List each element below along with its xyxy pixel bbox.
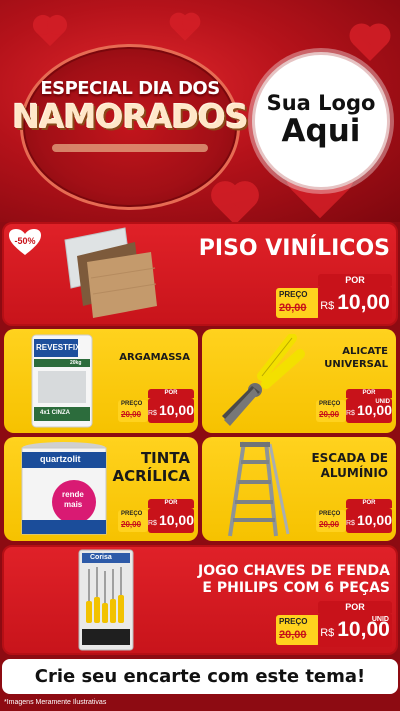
ladder-image	[226, 440, 290, 538]
old-price-box: PREÇO 20,00	[276, 288, 320, 318]
unit-label: UNID	[371, 616, 389, 623]
currency-symbol: R$	[148, 520, 157, 527]
currency-symbol: R$	[320, 300, 335, 312]
new-price-box: R$ 10,00	[148, 508, 194, 533]
vinyl-floor-image	[55, 226, 165, 322]
product-title-line1: ALICATE	[342, 346, 388, 357]
new-price-box: R$ 10,00 UNID	[318, 613, 392, 647]
currency-symbol: R$	[148, 410, 157, 417]
currency-symbol: R$	[346, 410, 355, 417]
bag-brand: REVESTFIX	[36, 343, 81, 352]
price-tag: POR PREÇO 20,00 R$ 10,00	[276, 274, 392, 320]
old-price-box: PREÇO 20,00	[276, 615, 320, 645]
price-caption: PREÇO	[279, 290, 308, 299]
old-price: 20,00	[319, 410, 340, 419]
disclaimer-text: *Imagens Meramente Ilustrativas	[4, 699, 107, 706]
unit-label: UNID	[375, 399, 390, 405]
old-price-box: PREÇO 20,00	[316, 400, 346, 422]
new-price: 10,00	[158, 512, 194, 528]
pliers-image	[210, 333, 306, 428]
price-label-por: POR	[318, 274, 392, 286]
new-price-box: R$ 10,00 UNID	[346, 398, 392, 423]
can-brand: quartzolit	[40, 454, 81, 464]
product-title-line2: E PHILIPS COM 6 PEÇAS	[202, 580, 390, 596]
price-tag: POR PREÇO 20,00 R$ 10,00 UNID	[276, 601, 392, 647]
old-price: 20,00	[319, 520, 340, 529]
price-caption: PREÇO	[279, 617, 308, 626]
old-price: 20,00	[121, 520, 142, 529]
price-tag: POR PREÇO 20,00 R$ 10,00 UNID	[316, 389, 392, 423]
new-price-box: R$ 10,00	[318, 286, 392, 320]
price-tag: POR PREÇO 20,00 R$ 10,00	[118, 499, 194, 533]
new-price-box: R$ 10,00	[148, 398, 194, 423]
header-banner: ESPECIAL DIA DOS NAMORADOS Sua Logo Aqui	[0, 0, 400, 222]
logo-text-line2: Aqui	[281, 113, 361, 150]
pack-brand: Corisa	[90, 554, 112, 561]
new-price: 10,00	[356, 512, 392, 528]
bag-weight: 20kg	[70, 360, 82, 366]
price-label-por: POR	[148, 389, 194, 398]
badge-headline: NAMORADOS	[12, 97, 248, 136]
product-title: ARGAMASSA	[119, 352, 190, 363]
old-price-box: PREÇO 20,00	[118, 510, 148, 532]
heart-decoration	[35, 17, 65, 47]
currency-symbol: R$	[320, 627, 335, 639]
price-caption: PREÇO	[121, 401, 143, 407]
product-title: PISO VINÍLICOS	[198, 236, 390, 261]
product-title-line2: UNIVERSAL	[324, 359, 388, 370]
paint-can-image: quartzolit rende mais	[20, 440, 108, 538]
heart-decoration	[215, 185, 255, 222]
price-caption: PREÇO	[319, 511, 341, 517]
product-title-line1: TINTA	[140, 449, 190, 467]
price-tag: POR PREÇO 20,00 R$ 10,00	[118, 389, 194, 423]
old-price: 20,00	[121, 410, 142, 419]
badge-ribbon	[52, 144, 208, 152]
logo-placeholder[interactable]: Sua Logo Aqui	[252, 52, 390, 190]
old-price: 20,00	[279, 629, 307, 641]
discount-badge: -50%	[8, 228, 42, 256]
new-price-box: R$ 10,00	[346, 508, 392, 533]
price-caption: PREÇO	[121, 511, 143, 517]
cta-banner[interactable]: Crie seu encarte com este tema!	[2, 659, 398, 694]
badge-title: ESPECIAL DIA DOS	[40, 78, 220, 99]
price-label-por: POR	[346, 499, 392, 508]
product-title-line2: ACRÍLICA	[112, 467, 190, 485]
heart-decoration	[172, 15, 198, 41]
can-tag-line1: rende	[62, 490, 84, 499]
product-title-line1: ESCADA DE	[311, 451, 388, 465]
logo-text-line1: Sua Logo	[266, 91, 376, 116]
old-price-box: PREÇO 20,00	[316, 510, 346, 532]
mortar-bag-image: REVESTFIX 20kg 4x1 CINZA	[30, 333, 94, 429]
bag-type: 4x1 CINZA	[40, 410, 71, 416]
product-title-line1: JOGO CHAVES DE FENDA	[198, 563, 390, 579]
old-price: 20,00	[279, 302, 307, 314]
heart-decoration	[353, 27, 387, 61]
new-price: 10,00	[158, 402, 194, 418]
product-title-line2: ALUMÍNIO	[320, 466, 388, 480]
discount-text: -50%	[14, 236, 36, 246]
new-price: 10,00	[337, 291, 390, 314]
screwdriver-set-image: Corisa	[78, 549, 134, 651]
currency-symbol: R$	[346, 520, 355, 527]
price-tag: POR PREÇO 20,00 R$ 10,00	[316, 499, 392, 533]
price-label-por: POR	[148, 499, 194, 508]
old-price-box: PREÇO 20,00	[118, 400, 148, 422]
price-caption: PREÇO	[319, 401, 341, 407]
can-tag-line2: mais	[64, 500, 83, 509]
